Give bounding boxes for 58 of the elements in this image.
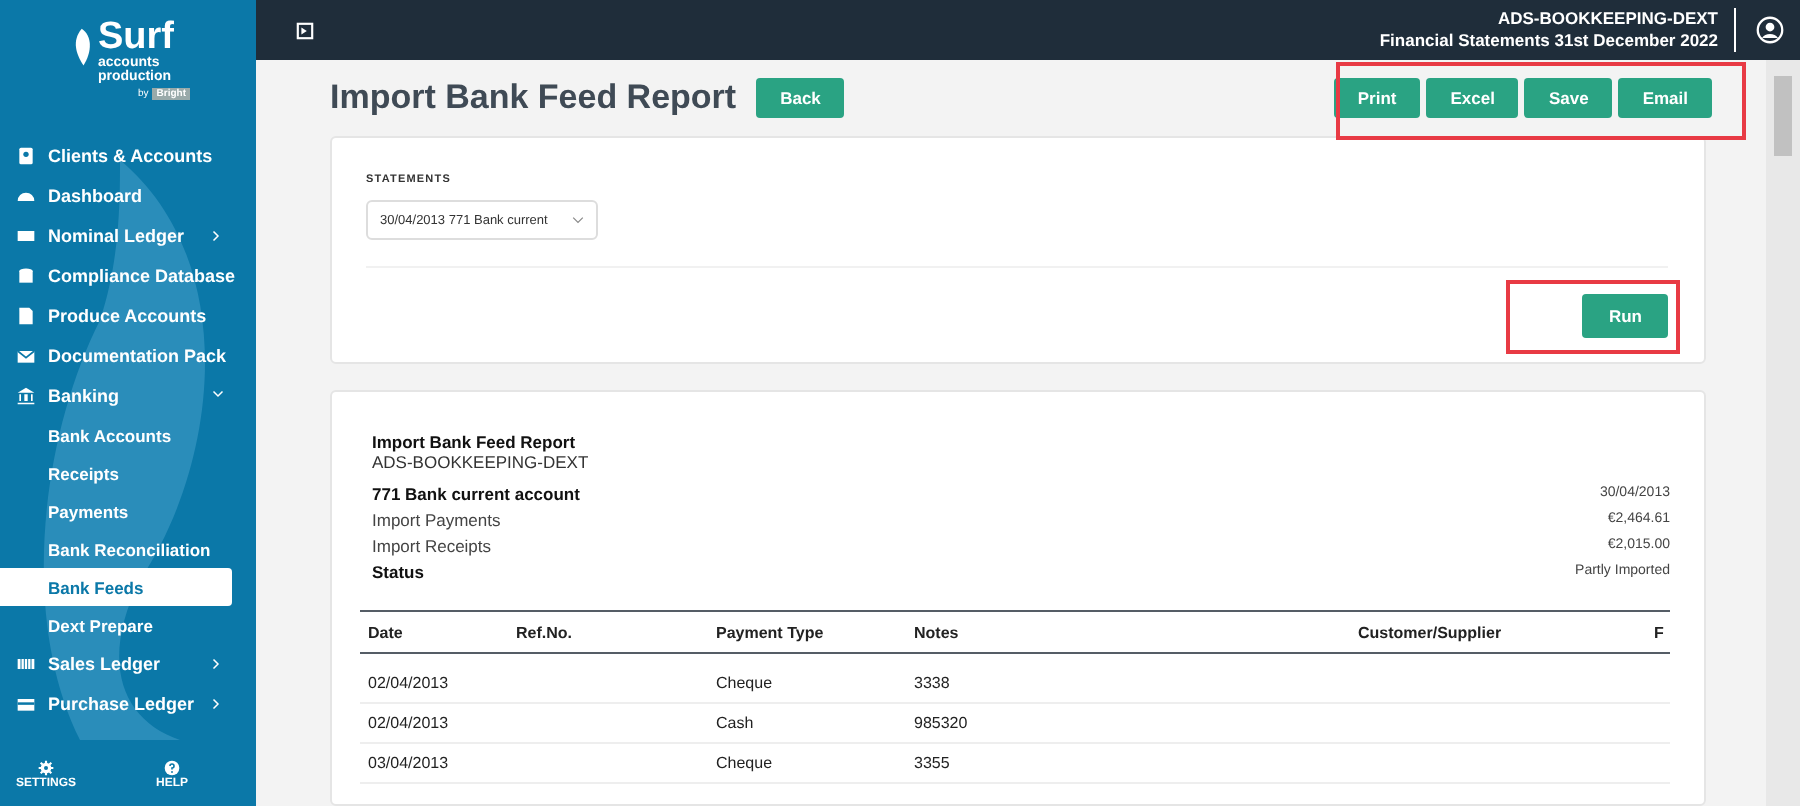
action-button[interactable]: Excel	[1426, 78, 1519, 118]
document-icon	[16, 306, 36, 326]
nav-subitem[interactable]: Bank Feeds	[0, 568, 232, 606]
table-cell-text: Cheque	[714, 674, 775, 692]
table-cell-text: Cheque	[714, 754, 775, 772]
nav-subitem[interactable]: Dext Prepare	[0, 606, 232, 644]
credit-card-icon	[16, 694, 36, 714]
nav-item[interactable]: Sales Ledger	[0, 644, 256, 684]
help-icon	[164, 760, 181, 776]
nav-item[interactable]: Compliance Database	[0, 256, 256, 296]
gear-icon	[38, 760, 54, 776]
contact-card-icon	[16, 146, 36, 166]
table-cell-text: Cash	[714, 714, 756, 732]
summary-label: Import Receipts	[372, 535, 492, 555]
table-cell-text: 3355	[912, 754, 952, 772]
logo-name: Surf	[98, 20, 174, 56]
summary-label: Import Payments	[372, 509, 501, 529]
column-header[interactable]: Notes	[906, 623, 1350, 641]
action-button[interactable]: Email	[1618, 78, 1712, 118]
nav-subitem[interactable]: Bank Reconciliation	[0, 530, 232, 568]
user-icon[interactable]	[1756, 16, 1784, 44]
nav-item[interactable]: Purchase Ledger	[0, 684, 256, 724]
report-company: ADS-BOOKKEEPING-DEXT	[372, 452, 591, 472]
run-button[interactable]: Run	[1582, 294, 1668, 338]
nav-item[interactable]: Dashboard	[0, 176, 256, 216]
page-title: Import Bank Feed Report	[330, 78, 737, 118]
bank-icon	[16, 386, 36, 406]
nav-subitem[interactable]: Receipts	[0, 454, 232, 492]
company-name: ADS-BOOKKEEPING-DEXT	[1495, 8, 1718, 30]
table-cell-text: 02/04/2013	[366, 674, 451, 692]
scrollbar[interactable]	[1766, 60, 1800, 806]
table-cell-text: 02/04/2013	[366, 714, 451, 732]
table-cell-text: 03/04/2013	[366, 754, 451, 772]
nav-item[interactable]: Clients & Accounts	[0, 136, 256, 176]
table-cell-text: 985320	[912, 714, 970, 732]
back-button[interactable]: Back	[756, 78, 845, 118]
report-title: Import Bank Feed Report	[372, 432, 578, 452]
database-icon	[16, 266, 36, 286]
nav-item[interactable]: Produce Accounts	[0, 296, 256, 336]
column-header[interactable]: Date	[360, 623, 508, 641]
summary-label: Status	[372, 561, 424, 581]
sidebar-toggle-icon[interactable]	[296, 21, 314, 39]
chevron-down-icon	[572, 216, 584, 224]
column-header[interactable]: Customer/Supplier	[1350, 623, 1646, 641]
column-header[interactable]: Ref.No.	[508, 623, 708, 641]
nav-item[interactable]: Banking	[0, 376, 256, 416]
period-name: Financial Statements 31st December 2022	[1379, 30, 1718, 52]
card-icon	[16, 226, 36, 246]
envelope-icon	[16, 346, 36, 366]
nav-item[interactable]: Nominal Ledger	[0, 216, 256, 256]
action-button[interactable]: Save	[1524, 78, 1613, 118]
nav-subitem[interactable]: Bank Accounts	[0, 416, 232, 454]
nav-subitem[interactable]: Payments	[0, 492, 232, 530]
action-button[interactable]: Print	[1333, 78, 1421, 118]
table-cell-text: 3338	[912, 674, 952, 692]
nav-item[interactable]: Documentation Pack	[0, 336, 256, 376]
column-header[interactable]: Payment Type	[708, 623, 906, 641]
summary-label: 771 Bank current account	[372, 483, 580, 503]
